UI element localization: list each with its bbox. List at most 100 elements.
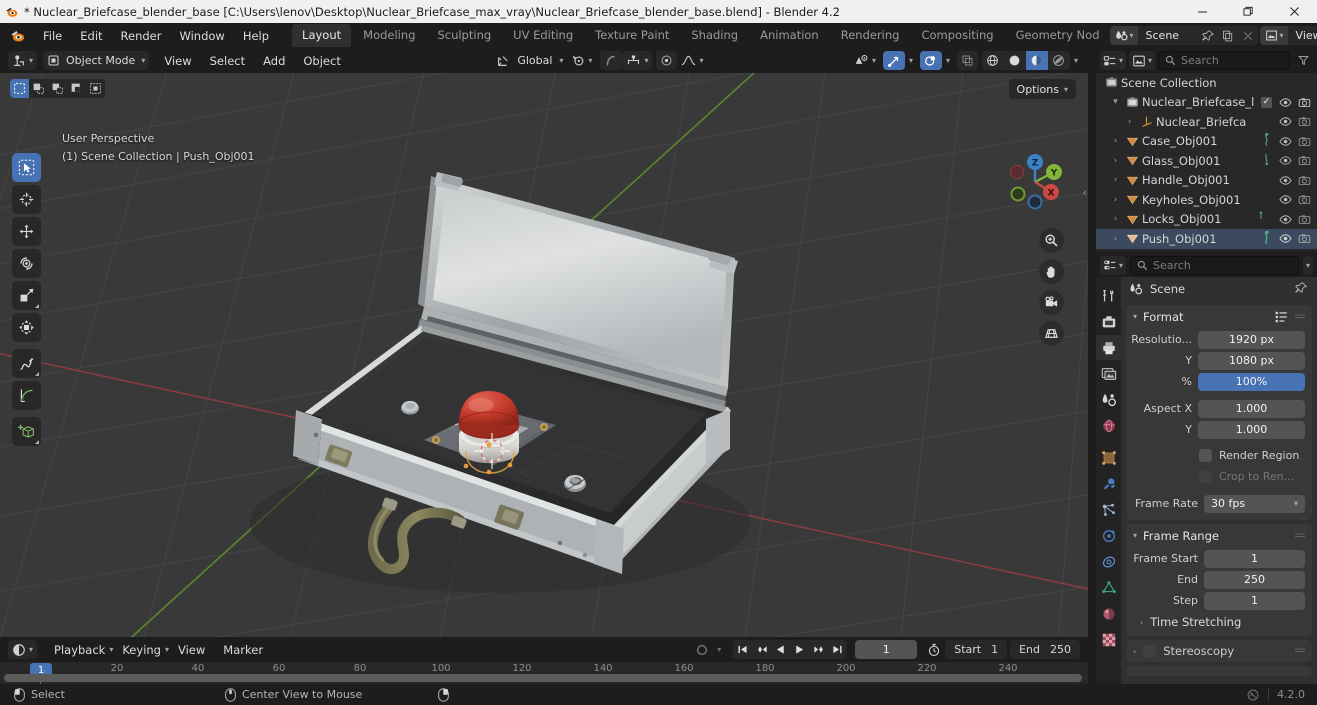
shading-material-preview-button[interactable] bbox=[1025, 51, 1048, 70]
shading-wireframe-button[interactable] bbox=[982, 51, 1004, 70]
blender-app-icon[interactable] bbox=[10, 28, 26, 44]
frame-step-field[interactable]: 1 bbox=[1204, 591, 1305, 610]
close-button[interactable] bbox=[1271, 0, 1317, 23]
proportional-falloff-selector[interactable]: ▾ bbox=[677, 51, 707, 70]
disable-in-renders-icon[interactable] bbox=[1296, 213, 1313, 226]
tab-material-icon[interactable] bbox=[1096, 601, 1121, 626]
proportional-editing-toggle[interactable] bbox=[600, 51, 623, 70]
move-view-hand-icon[interactable] bbox=[1039, 259, 1064, 284]
timeline-editor[interactable]: ▾ Playback ▾ Keying ▾ View Marker ▾ 1 St… bbox=[0, 637, 1088, 705]
disable-in-renders-icon[interactable] bbox=[1296, 96, 1313, 109]
frame-rate-dropdown[interactable]: 30 fps ▾ bbox=[1204, 494, 1305, 513]
timeline-ruler[interactable]: 20 40 60 80 100 120 140 160 180 200 220 … bbox=[0, 662, 1088, 705]
pin-scene-icon[interactable] bbox=[1198, 26, 1218, 45]
subpanel-expand-icon[interactable]: › bbox=[1140, 618, 1143, 627]
remove-scene-icon[interactable] bbox=[1238, 26, 1258, 45]
tab-layout[interactable]: Layout bbox=[292, 24, 352, 47]
expand-collapse-icon[interactable]: ▾ bbox=[1108, 97, 1123, 107]
select-invert-button[interactable] bbox=[67, 79, 86, 98]
collection-enabled-checkbox[interactable]: ✓ bbox=[1261, 96, 1272, 108]
viewlayer-name[interactable]: ViewLayer bbox=[1288, 29, 1317, 42]
outliner-editor-type-selector[interactable]: ▾ bbox=[1100, 51, 1127, 70]
timeline-editor-type-selector[interactable]: ▾ bbox=[8, 640, 38, 659]
outliner-search-input[interactable]: Search bbox=[1158, 51, 1290, 70]
tab-tool-icon[interactable] bbox=[1096, 283, 1121, 308]
frame-end-field[interactable]: End 250 bbox=[1010, 640, 1080, 659]
render-region-checkbox[interactable] bbox=[1199, 448, 1212, 462]
auto-keying-options-dropdown[interactable]: ▾ bbox=[713, 640, 725, 659]
render-region-row[interactable]: Render Region bbox=[1199, 446, 1305, 464]
visibility-selector[interactable]: ▾ bbox=[850, 51, 880, 70]
outliner-row-object-selected[interactable]: › Push_Obj001 bbox=[1096, 229, 1317, 249]
interaction-mode-selector[interactable]: Object Mode ▾ bbox=[43, 51, 150, 70]
play-button[interactable] bbox=[790, 640, 809, 659]
expand-collapse-icon[interactable]: › bbox=[1108, 175, 1123, 185]
snap-toggle[interactable]: ▾ bbox=[622, 51, 653, 70]
expand-collapse-icon[interactable]: › bbox=[1108, 214, 1123, 224]
shading-options-dropdown[interactable]: ▾ bbox=[1070, 51, 1082, 70]
timeline-horizontal-scrollbar[interactable] bbox=[4, 674, 1082, 682]
aspect-x-field[interactable]: 1.000 bbox=[1198, 399, 1305, 418]
tab-output-icon[interactable] bbox=[1096, 335, 1121, 360]
gizmo-options-dropdown[interactable]: ▾ bbox=[905, 51, 917, 70]
zoom-view-icon[interactable] bbox=[1039, 228, 1064, 253]
hide-in-viewport-icon[interactable] bbox=[1277, 135, 1294, 148]
format-panel-header[interactable]: ▾ Format bbox=[1126, 305, 1312, 328]
select-intersect-button[interactable] bbox=[86, 79, 105, 98]
gizmo-toggle[interactable] bbox=[882, 51, 905, 70]
timeline-menu-keying[interactable]: Keying bbox=[113, 640, 170, 660]
jump-to-next-keyframe-button[interactable] bbox=[809, 640, 828, 659]
disable-in-renders-icon[interactable] bbox=[1296, 115, 1313, 128]
time-stretching-subpanel[interactable]: › Time Stretching bbox=[1140, 615, 1305, 629]
timeline-menu-view[interactable]: View bbox=[169, 640, 214, 660]
timeline-menu-marker[interactable]: Marker bbox=[214, 640, 272, 660]
auto-keying-toggle[interactable] bbox=[691, 640, 713, 659]
tab-object-icon[interactable] bbox=[1096, 445, 1121, 470]
outliner-row-object[interactable]: › Case_Obj001 bbox=[1096, 132, 1317, 152]
panel-expand-icon[interactable]: › bbox=[1133, 647, 1136, 656]
hide-in-viewport-icon[interactable] bbox=[1277, 174, 1294, 187]
outliner-row-object[interactable]: › Nuclear_Briefca bbox=[1096, 112, 1317, 132]
select-subtract-button[interactable] bbox=[48, 79, 67, 98]
tab-texture-paint[interactable]: Texture Paint bbox=[585, 24, 679, 47]
expand-collapse-icon[interactable]: › bbox=[1108, 234, 1123, 244]
tab-animation[interactable]: Animation bbox=[750, 24, 829, 47]
outliner-row-collection[interactable]: ▾ Nuclear_Briefcase_l ✓ bbox=[1096, 93, 1317, 113]
shading-rendered-button[interactable] bbox=[1048, 51, 1070, 70]
3d-viewport[interactable]: User Perspective (1) Scene Collection | … bbox=[0, 48, 1088, 637]
jump-to-start-button[interactable] bbox=[733, 640, 752, 659]
jump-to-end-button[interactable] bbox=[828, 640, 847, 659]
disable-in-renders-icon[interactable] bbox=[1296, 174, 1313, 187]
stereoscopy-checkbox[interactable] bbox=[1143, 644, 1157, 658]
disable-in-renders-icon[interactable] bbox=[1296, 232, 1313, 245]
tool-rotate-button[interactable] bbox=[12, 249, 41, 278]
outliner-row-scene-collection[interactable]: Scene Collection bbox=[1096, 73, 1317, 93]
tab-sculpting[interactable]: Sculpting bbox=[427, 24, 501, 47]
expand-collapse-icon[interactable]: › bbox=[1108, 156, 1123, 166]
tab-uv-editing[interactable]: UV Editing bbox=[503, 24, 583, 47]
viewport-menu-select[interactable]: Select bbox=[201, 51, 254, 71]
properties-content[interactable]: Scene ▾ Format Resolutio... 1920 px Y 10… bbox=[1121, 277, 1317, 684]
new-scene-icon[interactable] bbox=[1218, 26, 1238, 45]
viewport-menu-add[interactable]: Add bbox=[254, 51, 294, 71]
toggle-perspective-icon[interactable] bbox=[1039, 321, 1064, 346]
menu-window[interactable]: Window bbox=[170, 26, 233, 46]
resolution-x-field[interactable]: 1920 px bbox=[1198, 330, 1305, 349]
navigation-gizmo[interactable]: Z Y X bbox=[997, 144, 1073, 220]
frame-start-field[interactable]: 1 bbox=[1204, 549, 1305, 568]
tab-modeling[interactable]: Modeling bbox=[353, 24, 425, 47]
expand-collapse-icon[interactable]: › bbox=[1108, 195, 1123, 205]
tool-cursor-button[interactable] bbox=[12, 185, 41, 214]
outliner-tree[interactable]: Scene Collection ▾ Nuclear_Briefcase_l ✓ bbox=[1096, 73, 1317, 249]
hide-in-viewport-icon[interactable] bbox=[1277, 232, 1294, 245]
play-reverse-button[interactable] bbox=[771, 640, 790, 659]
camera-view-icon[interactable] bbox=[1039, 290, 1064, 315]
menu-edit[interactable]: Edit bbox=[71, 26, 111, 46]
resolution-y-field[interactable]: 1080 px bbox=[1198, 351, 1305, 370]
frame-end-field[interactable]: 250 bbox=[1204, 570, 1305, 589]
tool-tweak-select-button[interactable] bbox=[12, 153, 41, 182]
viewport-options-button[interactable]: Options ▾ bbox=[1008, 79, 1076, 99]
outliner-row-object[interactable]: › Locks_Obj001 bbox=[1096, 210, 1317, 230]
select-set-button[interactable] bbox=[10, 79, 29, 98]
hide-in-viewport-icon[interactable] bbox=[1277, 154, 1294, 167]
